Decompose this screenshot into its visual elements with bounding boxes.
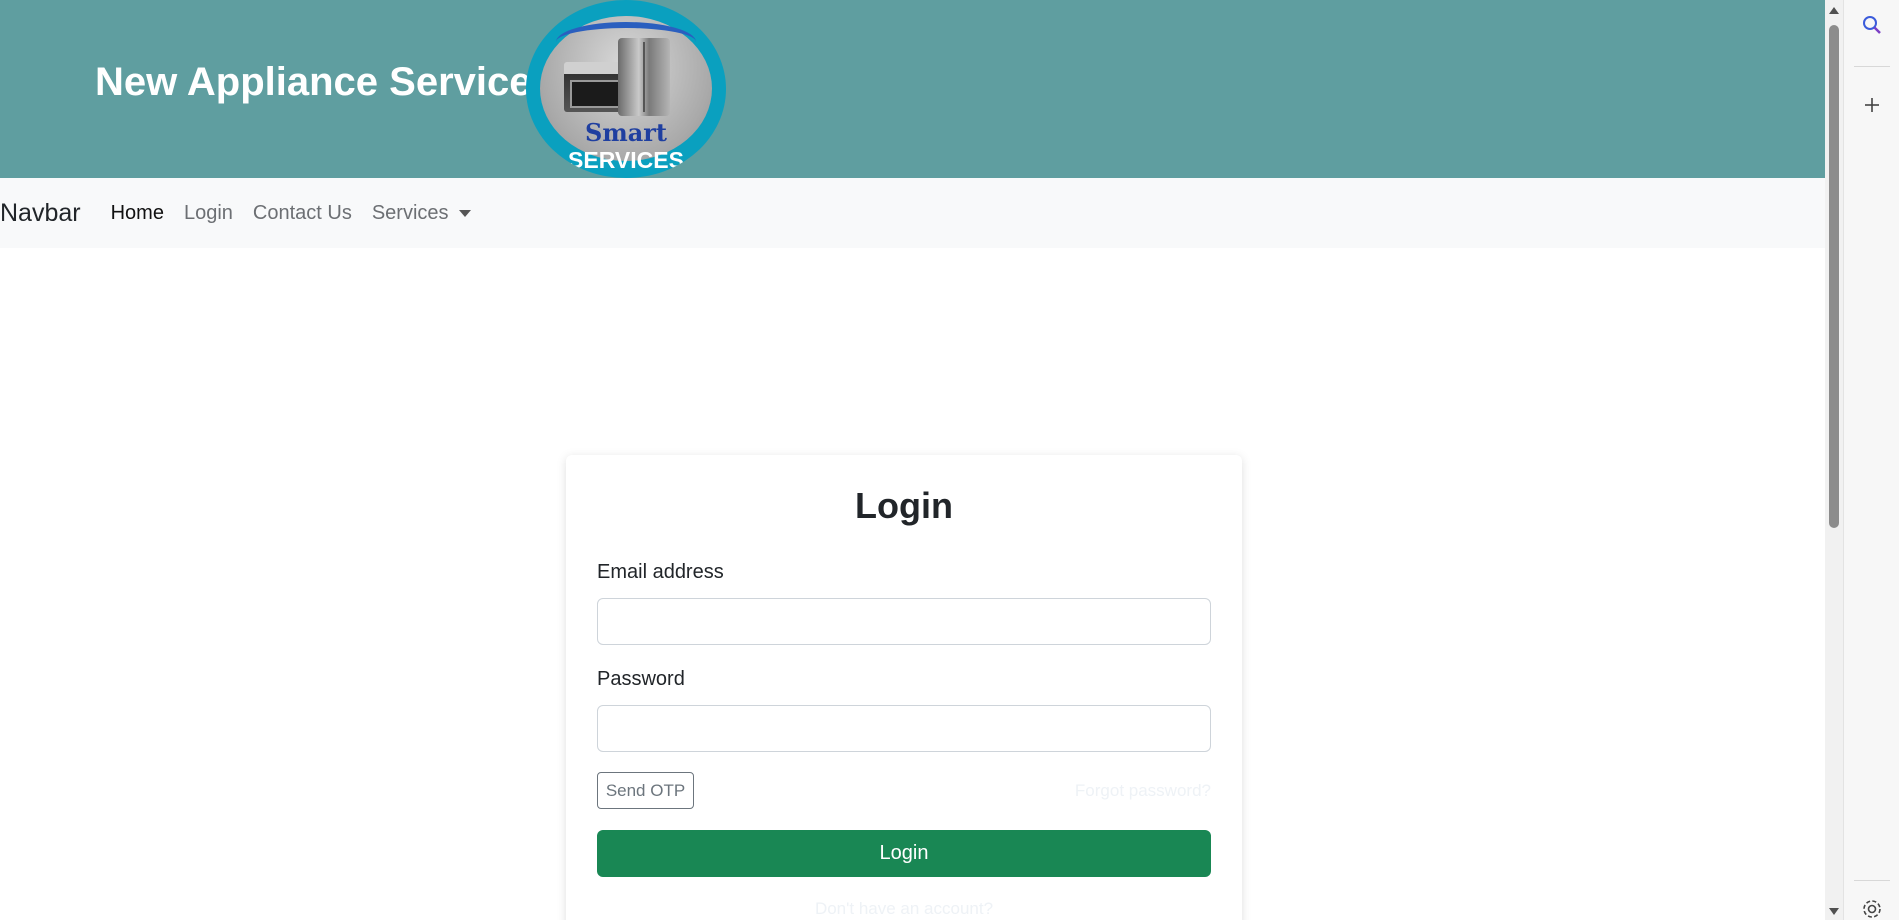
page: New Appliance Services Smart SERVICES Na… [0,0,1825,920]
forgot-password-link[interactable]: Forgot password? [1075,781,1211,801]
stove-icon [564,62,622,112]
site-header: New Appliance Services Smart SERVICES [0,0,1825,178]
email-label: Email address [597,561,724,583]
scroll-down-arrow-icon[interactable] [1829,908,1839,915]
login-button[interactable]: Login [597,830,1211,877]
smart-services-logo: Smart SERVICES [526,0,726,178]
scroll-thumb[interactable] [1829,25,1839,528]
navbar-brand[interactable]: Navbar [0,199,81,228]
email-input[interactable] [597,598,1211,645]
password-input[interactable] [597,705,1211,752]
caret-down-icon [458,209,471,217]
side-divider [1854,880,1890,881]
side-divider [1854,66,1890,67]
send-otp-button[interactable]: Send OTP [597,772,694,809]
services-dropdown-label: Services [371,201,449,224]
plus-icon[interactable] [1858,91,1886,119]
browser-side-panel [1843,0,1899,920]
login-card: Login Email address Password Send OTP Fo… [566,455,1242,920]
page-scrollbar[interactable] [1825,0,1843,920]
search-icon[interactable] [1858,11,1886,39]
logo-text-smart: Smart [584,118,667,147]
password-label: Password [597,668,685,690]
logo-text-services: SERVICES [568,147,684,173]
nav-dropdown-services[interactable]: Services [372,202,471,225]
nav-link-login[interactable]: Login [184,202,233,225]
site-title: New Appliance Services [95,60,554,104]
nav-link-contact-us[interactable]: Contact Us [253,202,352,225]
gear-icon[interactable] [1858,895,1886,923]
signup-link[interactable]: Don't have an account? [566,899,1242,919]
navbar: Navbar Home Login Contact Us Services [0,178,1825,248]
scroll-up-arrow-icon[interactable] [1829,7,1839,14]
nav-link-home[interactable]: Home [111,202,164,225]
login-title: Login [855,485,953,526]
fridge-icon [618,38,670,116]
